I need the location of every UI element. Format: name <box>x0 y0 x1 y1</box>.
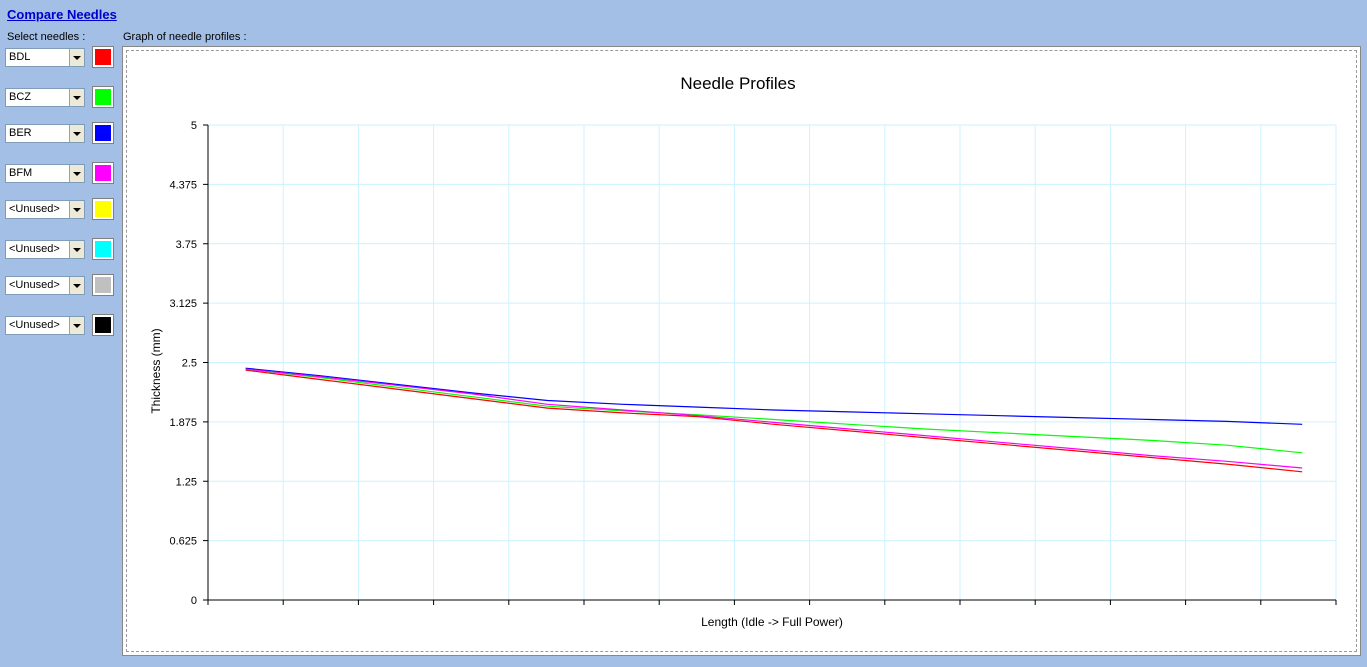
color-swatch-5[interactable] <box>92 198 114 220</box>
needle-select-value: BDL <box>9 51 31 63</box>
needle-select-value: BFM <box>9 167 33 179</box>
dropdown-button[interactable] <box>69 317 84 334</box>
needle-select-2[interactable]: BCZ <box>5 88 85 107</box>
needle-select-value: <Unused> <box>9 203 60 215</box>
needle-row-3: BER <box>5 122 115 145</box>
chevron-down-icon <box>73 248 81 252</box>
series-line-ber <box>245 367 1303 425</box>
y-tick-label: 2.5 <box>182 358 197 370</box>
chevron-down-icon <box>73 208 81 212</box>
chevron-down-icon <box>73 324 81 328</box>
series-line-bfm <box>245 368 1303 469</box>
needle-row-6: <Unused> <box>5 238 115 261</box>
chevron-down-icon <box>73 132 81 136</box>
chart-panel: 0 0.625 1.25 1.875 2.5 3.125 3.75 4.375 5 Needle… <box>122 46 1361 656</box>
needle-select-value: <Unused> <box>9 243 60 255</box>
grid-layer <box>208 124 1337 600</box>
needle-select-3[interactable]: BER <box>5 124 85 143</box>
needle-select-1[interactable]: BDL <box>5 48 85 67</box>
chevron-down-icon <box>73 284 81 288</box>
series-layer <box>245 367 1303 473</box>
color-swatch-6[interactable] <box>92 238 114 260</box>
needle-profiles-chart: 0 0.625 1.25 1.875 2.5 3.125 3.75 4.375 5 Needle… <box>149 74 1337 629</box>
needle-select-8[interactable]: <Unused> <box>5 316 85 335</box>
chart-title: Needle Profiles <box>680 74 795 93</box>
color-swatch-7[interactable] <box>92 274 114 296</box>
needle-select-4[interactable]: BFM <box>5 164 85 183</box>
dropdown-button[interactable] <box>69 241 84 258</box>
y-tick-label: 1.875 <box>169 417 197 429</box>
needle-row-8: <Unused> <box>5 314 115 337</box>
color-swatch-8[interactable] <box>92 314 114 336</box>
chevron-down-icon <box>73 96 81 100</box>
dropdown-button[interactable] <box>69 277 84 294</box>
color-swatch-4[interactable] <box>92 162 114 184</box>
needle-select-value: BER <box>9 127 32 139</box>
y-tick-label: 3.125 <box>169 298 197 310</box>
select-needles-label: Select needles : <box>7 31 86 43</box>
y-tick-label: 0 <box>191 595 197 607</box>
dropdown-button[interactable] <box>69 201 84 218</box>
needle-select-value: <Unused> <box>9 319 60 331</box>
y-tick-label: 5 <box>191 120 197 132</box>
graph-label: Graph of needle profiles : <box>123 31 247 43</box>
needle-select-6[interactable]: <Unused> <box>5 240 85 259</box>
needle-select-5[interactable]: <Unused> <box>5 200 85 219</box>
series-line-bcz <box>245 368 1303 454</box>
needle-select-7[interactable]: <Unused> <box>5 276 85 295</box>
needle-row-4: BFM <box>5 162 115 185</box>
needle-row-5: <Unused> <box>5 198 115 221</box>
y-tick-label: 4.375 <box>169 179 197 191</box>
chevron-down-icon <box>73 172 81 176</box>
needle-select-value: <Unused> <box>9 279 60 291</box>
color-swatch-3[interactable] <box>92 122 114 144</box>
color-swatch-2[interactable] <box>92 86 114 108</box>
dropdown-button[interactable] <box>69 125 84 142</box>
needle-row-1: BDL <box>5 46 115 69</box>
compare-needles-title[interactable]: Compare Needles <box>7 7 117 22</box>
y-tick-label: 3.75 <box>176 239 197 251</box>
dropdown-button[interactable] <box>69 89 84 106</box>
axis-layer: 0 0.625 1.25 1.875 2.5 3.125 3.75 4.375 5 <box>169 120 1337 607</box>
needle-row-7: <Unused> <box>5 274 115 297</box>
dropdown-button[interactable] <box>69 165 84 182</box>
y-axis-label: Thickness (mm) <box>149 328 163 413</box>
x-axis-label: Length (Idle -> Full Power) <box>701 615 843 629</box>
y-tick-label: 0.625 <box>169 536 197 548</box>
chevron-down-icon <box>73 56 81 60</box>
dropdown-button[interactable] <box>69 49 84 66</box>
color-swatch-1[interactable] <box>92 46 114 68</box>
y-tick-label: 1.25 <box>176 476 197 488</box>
needle-select-value: BCZ <box>9 91 31 103</box>
needle-row-2: BCZ <box>5 86 115 109</box>
